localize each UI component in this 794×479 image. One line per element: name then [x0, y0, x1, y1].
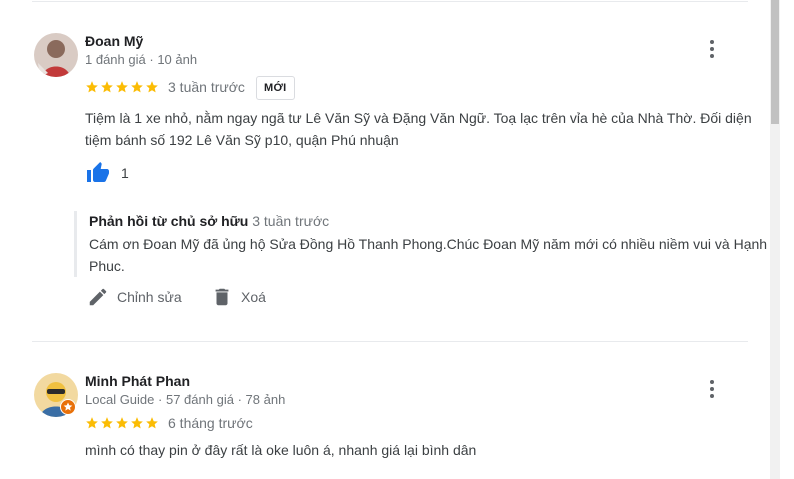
star-icon — [131, 81, 143, 93]
reviewer-meta: Local Guide · 57 đánh giá · 78 ảnh — [85, 392, 285, 407]
scrollbar[interactable] — [770, 0, 780, 479]
owner-reply: Phản hồi từ chủ sở hữu 3 tuần trước Cám … — [74, 211, 769, 277]
star-rating — [85, 416, 159, 432]
star-rating — [85, 80, 159, 96]
review-text: Tiệm là 1 xe nhỏ, nằm ngay ngã tư Lê Văn… — [85, 110, 752, 148]
pencil-icon — [89, 288, 107, 306]
reviewer-name[interactable]: Minh Phát Phan — [85, 373, 190, 389]
avatar[interactable] — [34, 33, 78, 77]
meta-separator: · — [149, 52, 154, 67]
star-icon — [146, 81, 158, 93]
avatar-photo-icon — [34, 33, 78, 77]
owner-reply-label: Phản hồi từ chủ sở hữu — [89, 213, 249, 229]
star-icon — [101, 417, 113, 429]
divider — [32, 341, 748, 342]
star-icon — [131, 417, 143, 429]
meta-separator: · — [158, 392, 163, 407]
star-icon — [86, 417, 98, 429]
review-count: 1 đánh giá — [85, 52, 146, 67]
photo-count: 10 ảnh — [157, 52, 198, 67]
owner-reply-time: 3 tuần trước — [252, 213, 330, 229]
local-guide-label: Local Guide — [85, 392, 155, 407]
star-icon — [146, 417, 158, 429]
star-icon — [116, 81, 128, 93]
owner-reply-text: Cám ơn Đoan Mỹ đã ủng hộ Sửa Đồng Hồ Tha… — [89, 236, 768, 274]
more-vert-icon — [710, 40, 714, 58]
meta-separator: · — [237, 392, 242, 407]
trash-icon — [215, 288, 229, 306]
star-icon — [116, 417, 128, 429]
avatar[interactable] — [34, 373, 78, 417]
review-time: 6 tháng trước — [168, 415, 253, 431]
local-guide-badge-icon — [60, 399, 76, 415]
photo-count: 78 ảnh — [245, 392, 286, 407]
more-vert-icon — [710, 380, 714, 398]
review-time: 3 tuần trước — [168, 79, 245, 95]
star-icon — [101, 81, 113, 93]
review-text: mình có thay pin ở đây rất là oke luôn á… — [85, 442, 477, 458]
reviewer-name[interactable]: Đoan Mỹ — [85, 33, 143, 49]
edit-label: Chỉnh sửa — [117, 289, 182, 305]
more-options-button[interactable] — [700, 37, 724, 61]
delete-label: Xoá — [241, 289, 266, 305]
divider — [32, 1, 748, 2]
like-button[interactable]: 1 — [85, 161, 129, 185]
thumb-up-icon — [87, 162, 109, 182]
edit-reply-button[interactable]: Chỉnh sửa — [87, 286, 182, 308]
like-count: 1 — [121, 165, 129, 181]
star-icon — [86, 81, 98, 93]
review-count: 57 đánh giá — [165, 392, 234, 407]
delete-reply-button[interactable]: Xoá — [211, 286, 266, 308]
new-badge: MỚI — [256, 76, 295, 100]
reviewer-meta: 1 đánh giá · 10 ảnh — [85, 52, 197, 67]
owner-reply-header: Phản hồi từ chủ sở hữu 3 tuần trước — [89, 211, 769, 231]
scrollbar-thumb[interactable] — [771, 0, 779, 124]
more-options-button[interactable] — [700, 377, 724, 401]
